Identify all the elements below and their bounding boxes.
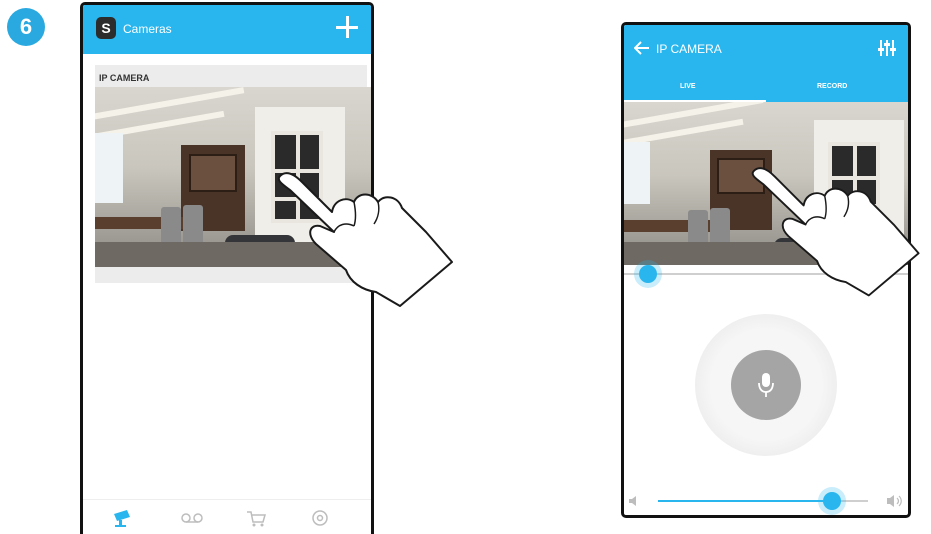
voicemail-icon[interactable] <box>179 508 205 528</box>
step-number-badge: 6 <box>7 8 45 46</box>
bottom-navigation <box>83 499 371 534</box>
tab-live[interactable]: LIVE <box>680 83 696 90</box>
hand-pointer-icon <box>277 172 453 307</box>
app-bar: S Cameras <box>83 5 371 54</box>
tab-record[interactable]: RECORD <box>817 83 847 90</box>
app-logo: S <box>96 17 116 39</box>
screen-title: IP CAMERA <box>656 42 722 56</box>
volume-fill <box>658 500 833 502</box>
tab-bar: LIVE RECORD <box>624 74 908 102</box>
camera-name-label: IP CAMERA <box>99 73 150 83</box>
cart-icon[interactable] <box>243 508 269 528</box>
equalizer-icon[interactable] <box>878 39 896 57</box>
app-title: Cameras <box>123 22 172 36</box>
microphone-icon <box>758 373 774 397</box>
playback-slider-knob[interactable] <box>639 265 657 283</box>
arrow-left-icon[interactable] <box>634 41 650 55</box>
volume-slider-knob[interactable] <box>823 492 842 510</box>
app-bar: IP CAMERA <box>624 25 908 74</box>
hand-pointer-icon <box>751 167 920 297</box>
add-camera-button[interactable] <box>335 15 359 39</box>
settings-icon[interactable] <box>307 508 333 528</box>
push-to-talk-button[interactable] <box>731 350 801 420</box>
volume-high-icon <box>887 495 902 507</box>
volume-low-icon <box>629 496 636 506</box>
camera-icon[interactable] <box>111 508 137 528</box>
